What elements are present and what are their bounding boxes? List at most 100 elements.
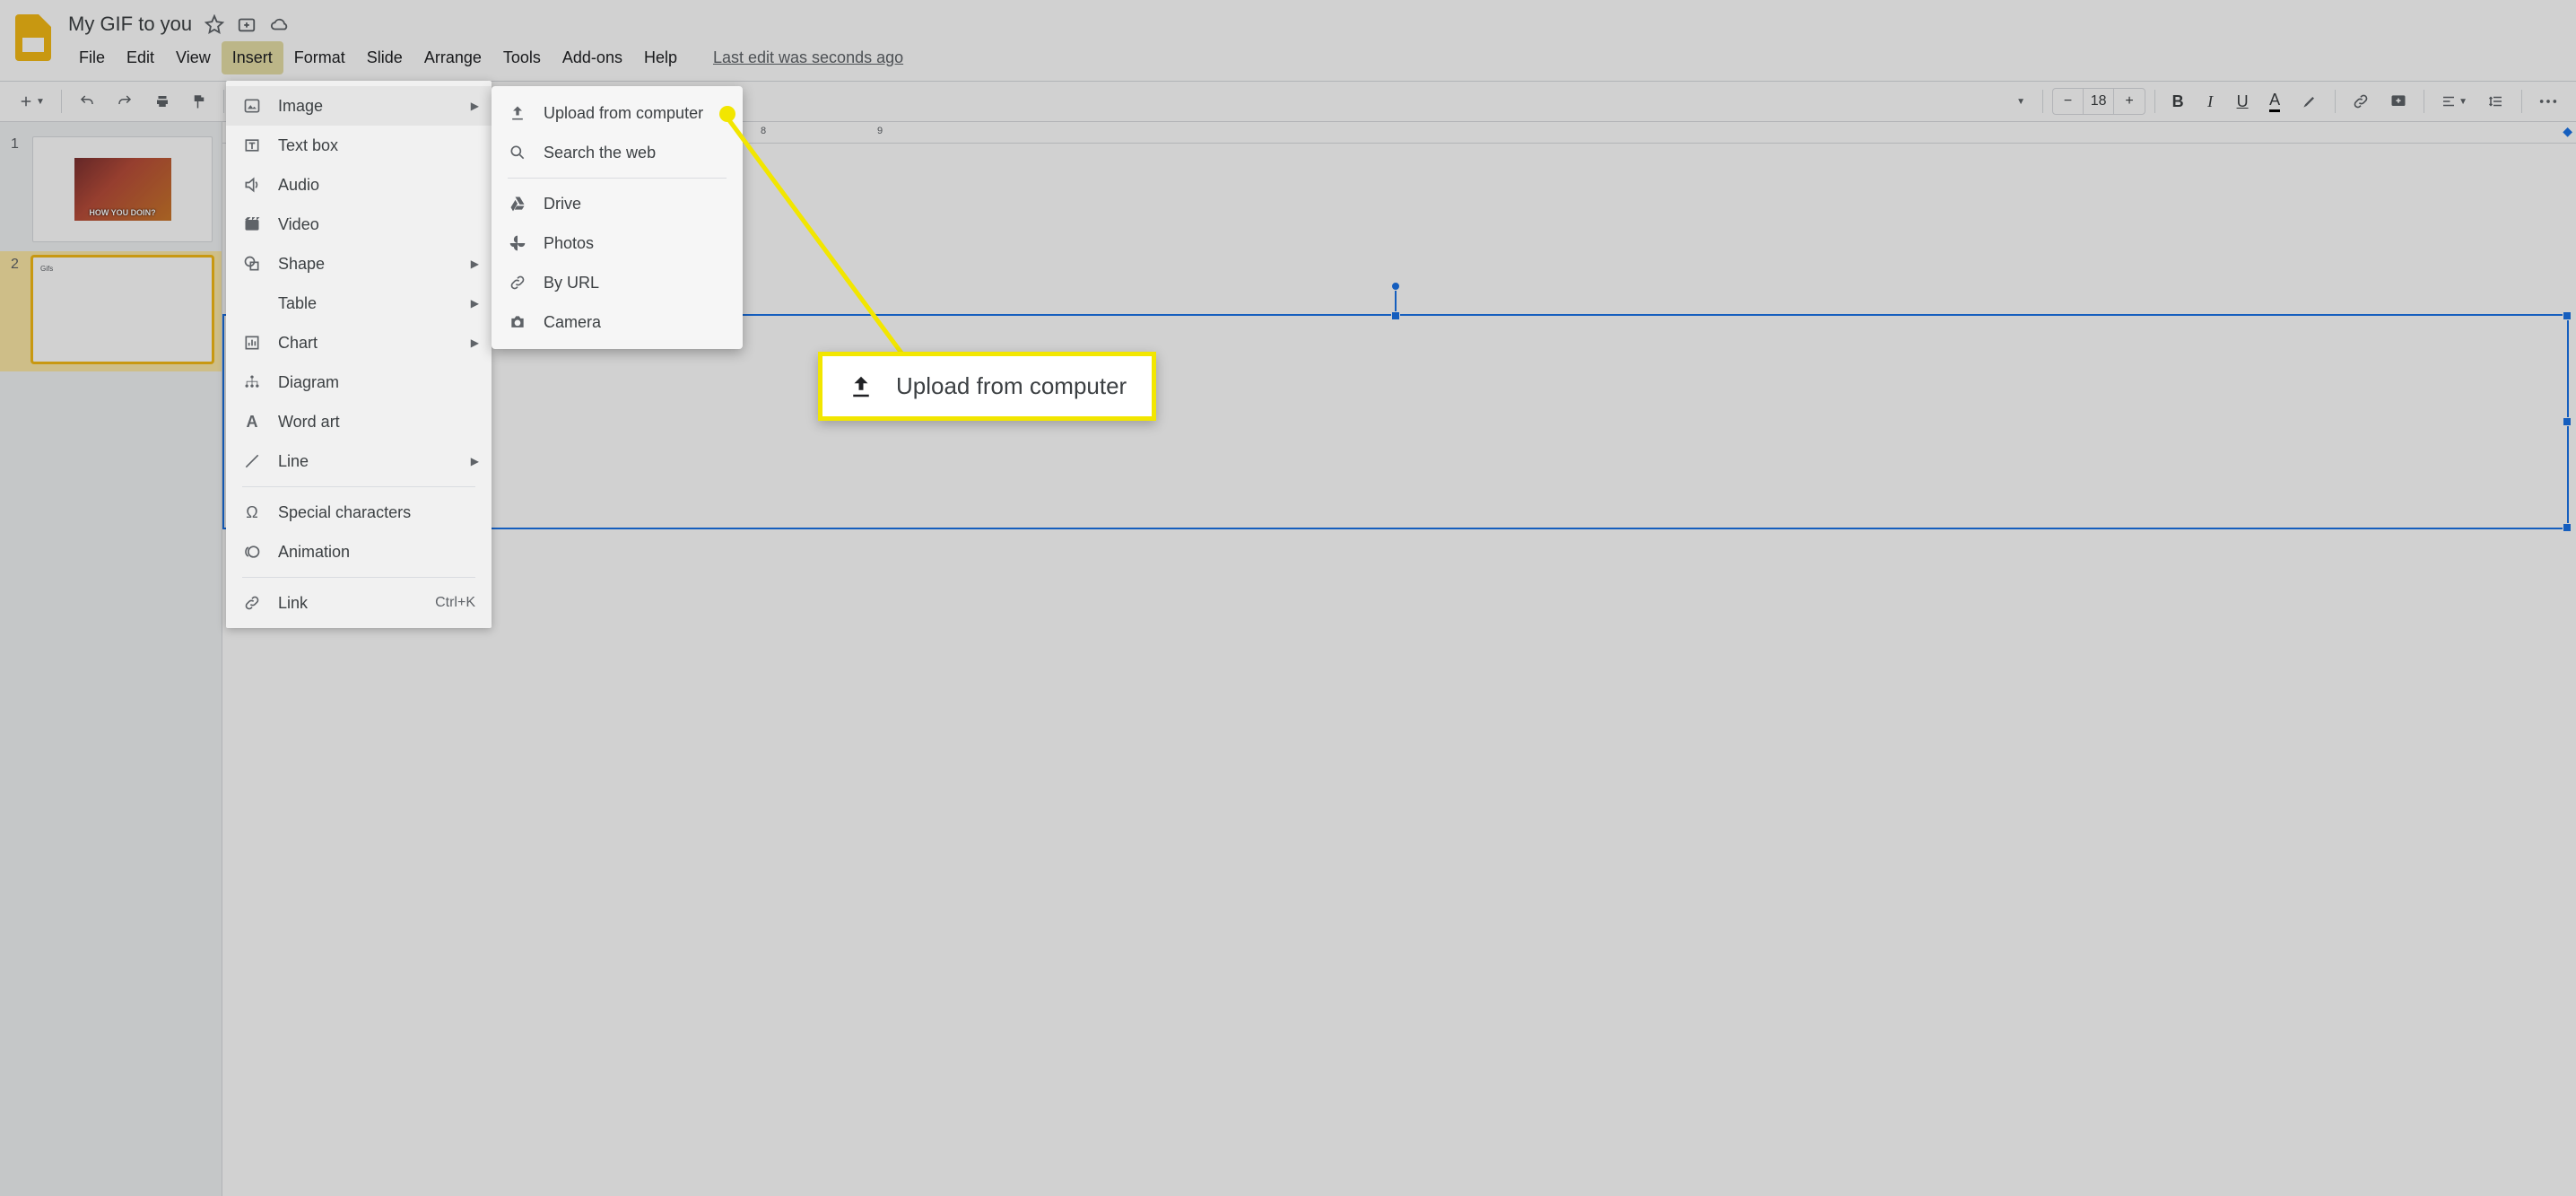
insert-wordart[interactable]: A Word art	[226, 402, 492, 441]
underline-button[interactable]: U	[2229, 86, 2256, 117]
insert-table[interactable]: Table ▶	[226, 284, 492, 323]
menu-help[interactable]: Help	[633, 41, 688, 74]
insert-audio[interactable]: Audio	[226, 165, 492, 205]
menu-arrange[interactable]: Arrange	[413, 41, 492, 74]
menu-slide[interactable]: Slide	[356, 41, 413, 74]
slide-thumbnail-1[interactable]: 1 HOW YOU DOIN?	[0, 131, 222, 251]
image-upload-from-computer[interactable]: Upload from computer	[492, 93, 743, 133]
insert-textbox[interactable]: Text box	[226, 126, 492, 165]
menu-format[interactable]: Format	[283, 41, 356, 74]
app-header: My GIF to you File Edit View Insert Form…	[0, 0, 2576, 81]
slide-thumbnail-2[interactable]: 2 Gifs	[0, 251, 222, 371]
menu-label: Table	[278, 294, 317, 313]
insert-comment-button[interactable]	[2382, 86, 2415, 117]
menu-label: By URL	[544, 274, 599, 292]
menu-label: Line	[278, 452, 309, 471]
insert-link-item[interactable]: Link Ctrl+K	[226, 583, 492, 623]
insert-link-button[interactable]	[2345, 86, 2377, 117]
new-slide-button[interactable]: ▼	[11, 86, 52, 117]
slides-logo[interactable]	[14, 13, 52, 63]
submenu-arrow-icon: ▶	[471, 455, 479, 467]
font-size-increase[interactable]: +	[2114, 89, 2145, 114]
menu-view[interactable]: View	[165, 41, 222, 74]
highlight-color-button[interactable]	[2293, 86, 2326, 117]
callout-anchor-dot	[719, 106, 735, 122]
menu-label: Diagram	[278, 373, 339, 392]
menu-label: Video	[278, 215, 319, 234]
line-spacing-button[interactable]	[2480, 86, 2512, 117]
image-by-url[interactable]: By URL	[492, 263, 743, 302]
ruler-indent-marker[interactable]: ◆	[2563, 124, 2572, 139]
slide-2-title-text: Gifs	[40, 265, 53, 273]
link-icon	[242, 594, 262, 612]
cloud-status-icon[interactable]	[269, 14, 291, 34]
undo-button[interactable]	[71, 86, 103, 117]
photos-icon	[508, 234, 527, 252]
menu-file[interactable]: File	[68, 41, 116, 74]
insert-video[interactable]: Video	[226, 205, 492, 244]
line-icon	[242, 452, 262, 470]
menu-tools[interactable]: Tools	[492, 41, 552, 74]
submenu-arrow-icon: ▶	[471, 258, 479, 270]
menu-addons[interactable]: Add-ons	[552, 41, 633, 74]
insert-animation[interactable]: Animation	[226, 532, 492, 572]
more-button[interactable]	[2531, 86, 2565, 117]
paint-format-button[interactable]	[184, 86, 214, 117]
font-size-value[interactable]: 18	[2084, 89, 2114, 114]
align-button[interactable]: ▼	[2433, 86, 2475, 117]
animation-icon	[242, 543, 262, 561]
insert-chart[interactable]: Chart ▶	[226, 323, 492, 362]
bold-button[interactable]: B	[2164, 86, 2191, 117]
menu-label: Animation	[278, 543, 350, 562]
omega-icon: Ω	[242, 503, 262, 522]
insert-special-characters[interactable]: Ω Special characters	[226, 493, 492, 532]
submenu-arrow-icon: ▶	[471, 336, 479, 349]
textbox-icon	[242, 136, 262, 154]
image-drive[interactable]: Drive	[492, 184, 743, 223]
image-photos[interactable]: Photos	[492, 223, 743, 263]
font-size-decrease[interactable]: −	[2053, 89, 2084, 114]
drive-icon	[508, 195, 527, 213]
slide-number: 1	[11, 136, 23, 242]
image-icon	[242, 97, 262, 115]
insert-image[interactable]: Image ▶	[226, 86, 492, 126]
video-icon	[242, 215, 262, 233]
document-title[interactable]: My GIF to you	[68, 13, 192, 36]
menu-label: Link	[278, 594, 308, 613]
menu-label: Shape	[278, 255, 325, 274]
callout-label: Upload from computer	[896, 372, 1127, 400]
italic-button[interactable]: I	[2197, 86, 2224, 117]
menu-label: Drive	[544, 195, 581, 214]
last-edit-link[interactable]: Last edit was seconds ago	[713, 48, 903, 67]
star-icon[interactable]	[205, 14, 224, 34]
submenu-arrow-icon: ▶	[471, 297, 479, 310]
upload-icon	[508, 104, 527, 122]
menu-label: Camera	[544, 313, 601, 332]
text-color-button[interactable]: A	[2261, 86, 2288, 117]
menu-insert[interactable]: Insert	[222, 41, 283, 74]
font-dropdown[interactable]: ▼	[2006, 86, 2033, 117]
insert-shape[interactable]: Shape ▶	[226, 244, 492, 284]
image-camera[interactable]: Camera	[492, 302, 743, 342]
wordart-icon: A	[242, 413, 262, 432]
upload-icon	[848, 373, 875, 400]
callout-highlight-box: Upload from computer	[818, 352, 1156, 421]
insert-line[interactable]: Line ▶	[226, 441, 492, 481]
insert-diagram[interactable]: Diagram	[226, 362, 492, 402]
menu-label: Chart	[278, 334, 318, 353]
menu-shortcut: Ctrl+K	[435, 595, 475, 611]
slide-1-caption: HOW YOU DOIN?	[74, 208, 171, 217]
image-submenu: Upload from computer Search the web Driv…	[492, 86, 743, 349]
menu-edit[interactable]: Edit	[116, 41, 165, 74]
redo-button[interactable]	[109, 86, 141, 117]
audio-icon	[242, 176, 262, 194]
camera-icon	[508, 313, 527, 331]
diagram-icon	[242, 373, 262, 391]
font-size-control[interactable]: − 18 +	[2052, 88, 2145, 115]
image-search-web[interactable]: Search the web	[492, 133, 743, 172]
print-button[interactable]	[146, 86, 178, 117]
menu-label: Audio	[278, 176, 319, 195]
ruler-tick: 8	[761, 126, 766, 136]
search-icon	[508, 144, 527, 162]
move-folder-icon[interactable]	[237, 14, 257, 34]
